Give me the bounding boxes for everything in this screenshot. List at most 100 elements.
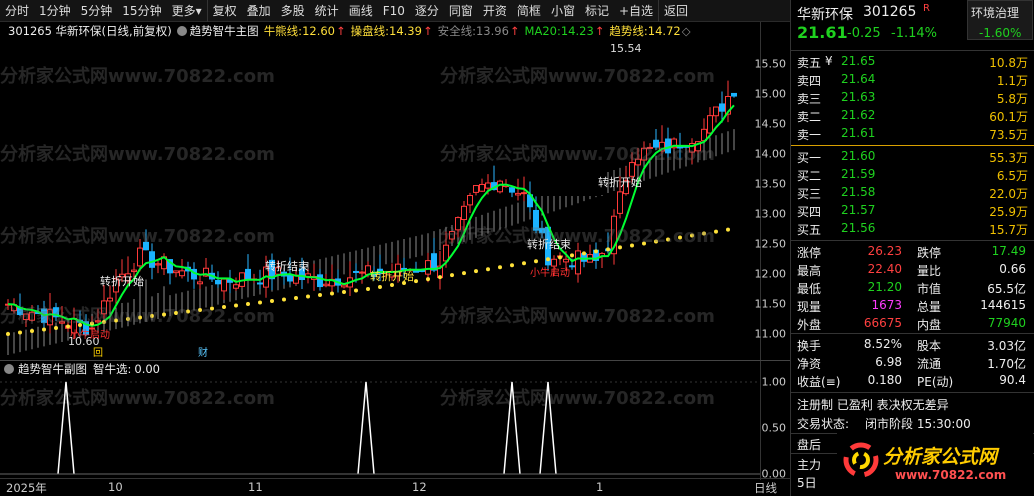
fuquan-button[interactable]: 复权: [206, 0, 242, 22]
candle: [209, 264, 215, 282]
candle-body: [455, 217, 461, 231]
candle-body: [323, 283, 329, 287]
sell-label: 卖一: [797, 128, 822, 142]
caopan-value: 14.39: [389, 24, 422, 38]
buy-order-row[interactable]: 买四 21.57 25.9万: [791, 202, 1034, 220]
chart-title-bar: 301265 华新环保(日线,前复权) 趋势智牛主图 牛熊线: 12.60 ↑ 操盘…: [0, 22, 790, 40]
candlestick-chart[interactable]: 15.5410.60转折开始转折开始转折结束转折结束转折开始小牛启动小牛启动回财: [0, 40, 760, 360]
candle: [473, 185, 479, 196]
sell-order-row[interactable]: 卖一 21.61 73.5万: [791, 125, 1034, 143]
trend-dot: [162, 312, 166, 317]
stat-row[interactable]: 最高 22.40 量比 0.66: [791, 261, 1034, 279]
stat-key: 现量: [797, 300, 822, 314]
trend-line-value: 14.72: [647, 24, 681, 38]
candle-body: [29, 311, 35, 321]
kaizi-button[interactable]: 开资: [478, 0, 512, 22]
buy-order-row[interactable]: 买一 21.60 55.3万: [791, 148, 1034, 166]
period-label[interactable]: 日线: [754, 480, 777, 496]
stat-value: 8.52%: [863, 337, 902, 351]
candle-body: [713, 106, 719, 117]
tick-button[interactable]: 逐分: [410, 0, 444, 22]
sub-y-tick-label: 1.00: [761, 375, 787, 389]
candle-body: [485, 182, 491, 189]
stat-key: PE(动): [917, 375, 954, 389]
stat-value: 17.49: [991, 244, 1026, 258]
stat-row[interactable]: 换手 8.52% 股本 3.03亿: [791, 336, 1034, 354]
candle: [707, 107, 713, 135]
x-label-jan: 1: [596, 480, 604, 494]
stat-row[interactable]: 现量 1673 总量 144615: [791, 297, 1034, 315]
trend-dot: [150, 314, 154, 318]
buy-price: 21.59: [841, 167, 876, 181]
buy-order-row[interactable]: 买二 21.59 6.5万: [791, 166, 1034, 184]
buy-order-row[interactable]: 买五 21.56 15.7万: [791, 220, 1034, 238]
candle-body: [179, 270, 185, 277]
stat-row[interactable]: 净资 6.98 流通 1.70亿: [791, 354, 1034, 372]
candle: [467, 192, 473, 214]
mark-button[interactable]: 标记: [580, 0, 614, 22]
buy-volume: 22.0万: [989, 187, 1028, 201]
draw-line-button[interactable]: 画线: [344, 0, 378, 22]
same-window-button[interactable]: 同窗: [444, 0, 478, 22]
zhiniu-value: 0.00: [134, 361, 160, 376]
f10-button[interactable]: F10: [378, 0, 410, 22]
candle-body: [359, 271, 365, 274]
sub-gear-icon[interactable]: [4, 363, 14, 374]
sell-order-row[interactable]: 卖三 21.63 5.8万: [791, 89, 1034, 107]
candle-body: [341, 284, 347, 288]
candle-body: [515, 192, 521, 196]
tab-fenshi[interactable]: 分时: [0, 0, 34, 22]
simple-frame-button[interactable]: 简框: [512, 0, 546, 22]
diamond-icon: ◇: [681, 24, 691, 38]
sell-volume: 10.8万: [989, 56, 1028, 70]
sell-order-row[interactable]: 卖二 21.62 60.1万: [791, 107, 1034, 125]
stat-value: 66675: [863, 316, 902, 330]
tab-15min[interactable]: 15分钟: [117, 0, 166, 22]
sell-order-row[interactable]: 卖五 ¥21.65 10.8万: [791, 53, 1034, 71]
sub-indicator-name[interactable]: 趋势智牛副图: [18, 361, 87, 377]
stat-row[interactable]: 涨停 26.23 跌停 17.49: [791, 243, 1034, 261]
x-label-nov: 11: [248, 480, 263, 494]
multi-stock-button[interactable]: 多股: [276, 0, 310, 22]
candle-body: [509, 187, 515, 193]
stat-value: 0.180: [867, 373, 902, 387]
quote-panel: 华新环保 301265 R 环境治理 21.61 -0.25 -1.14% -1…: [790, 0, 1034, 496]
sell-order-row[interactable]: 卖四 21.64 1.1万: [791, 71, 1034, 89]
stat-row[interactable]: 外盘 66675 内盘 77940: [791, 315, 1034, 333]
stats-button[interactable]: 统计: [310, 0, 344, 22]
price-axis: 15.50 15.00 14.50 14.00 13.50 13.00 12.50 12.00…: [755, 22, 790, 481]
candle-body: [317, 274, 323, 288]
add-watchlist-button[interactable]: +自选: [614, 0, 658, 22]
tab-5min[interactable]: 5分钟: [76, 0, 118, 22]
candle: [23, 313, 29, 328]
back-button[interactable]: 返回: [658, 0, 693, 22]
signal-peak: [57, 381, 75, 475]
candle-body: [425, 260, 431, 275]
buy-order-row[interactable]: 买三 21.58 22.0万: [791, 184, 1034, 202]
sub-indicator-chart[interactable]: [0, 376, 760, 480]
stat-row[interactable]: 最低 21.20 市值 65.5亿: [791, 279, 1034, 297]
indicator-name[interactable]: 趋势智牛主图: [190, 23, 259, 39]
buy-label: 买三: [797, 187, 822, 201]
small-window-button[interactable]: 小窗: [546, 0, 580, 22]
overlay-button[interactable]: 叠加: [242, 0, 276, 22]
stock-name: 华新环保: [797, 7, 853, 23]
buy-price: 21.60: [841, 149, 876, 163]
indicator-gear-icon[interactable]: [176, 26, 187, 36]
candle: [479, 178, 485, 192]
tab-1min[interactable]: 1分钟: [34, 0, 76, 22]
stat-key: 跌停: [917, 246, 942, 260]
trend-dot: [366, 287, 370, 291]
sell-price: 21.62: [841, 108, 876, 122]
candle-body: [653, 139, 659, 148]
candle-body: [479, 183, 485, 192]
stat-value: 90.4: [999, 373, 1026, 387]
more-dropdown[interactable]: 更多 ▾: [167, 0, 207, 22]
y-tick-label: 15.00: [754, 87, 787, 101]
bottom-box-icon: 回: [93, 347, 103, 359]
trend-dot: [486, 267, 490, 272]
candle-body: [575, 250, 581, 275]
trend-dot: [294, 296, 298, 300]
stat-row[interactable]: 收益(≡) 0.180 PE(动) 90.4: [791, 372, 1034, 390]
candle-body: [539, 227, 545, 234]
